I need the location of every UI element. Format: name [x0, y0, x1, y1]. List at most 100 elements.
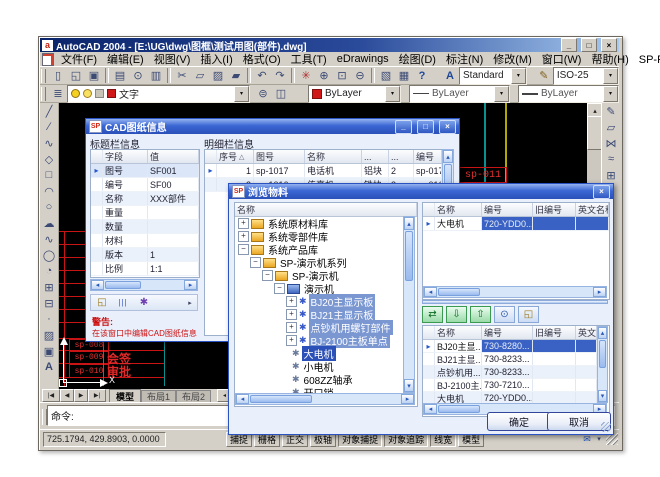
- scroll-thumb[interactable]: [438, 288, 480, 296]
- construction-line-button[interactable]: ∕: [40, 119, 58, 135]
- scroll-up-button[interactable]: ▴: [598, 327, 607, 339]
- column-header-code[interactable]: 编号: [482, 326, 533, 339]
- toolbar-grip[interactable]: [41, 87, 46, 101]
- table-row[interactable]: 点钞机用... 730-8233...: [423, 366, 597, 379]
- column-header-material[interactable]: ...: [362, 150, 389, 163]
- tab-model[interactable]: 模型: [109, 389, 141, 402]
- match-properties-button[interactable]: ▰: [227, 68, 245, 84]
- collapse-icon[interactable]: −: [262, 270, 273, 281]
- search-button[interactable]: ⊙: [494, 306, 515, 323]
- spline-button[interactable]: ∿: [40, 231, 58, 247]
- text-style-combo[interactable]: Standard ▾: [459, 67, 527, 85]
- copy-button[interactable]: ▱: [191, 68, 209, 84]
- collapse-icon[interactable]: −: [238, 244, 249, 255]
- help-button[interactable]: ?: [413, 68, 431, 84]
- insert-block-button[interactable]: ⊞: [40, 279, 58, 295]
- save-button[interactable]: ▣: [85, 68, 103, 84]
- layer-manager-button[interactable]: ≣: [49, 86, 67, 102]
- column-header-engname[interactable]: 英文名称: [576, 326, 597, 339]
- line-button[interactable]: ╱: [40, 103, 58, 119]
- value-cell[interactable]: 1:1: [148, 262, 199, 275]
- scroll-down-button[interactable]: ▾: [404, 379, 414, 392]
- chevron-down-icon[interactable]: ▾: [234, 86, 249, 102]
- scroll-left-button[interactable]: ◂: [91, 280, 104, 290]
- value-cell[interactable]: SF00: [148, 178, 199, 191]
- column-header-value[interactable]: 值: [148, 150, 199, 163]
- tree-vscrollbar[interactable]: ▴ ▾: [403, 216, 415, 393]
- table-row[interactable]: 名称 XXX部件: [91, 192, 199, 206]
- mirror-button[interactable]: ⋈: [602, 135, 620, 151]
- pan-button[interactable]: ✳: [297, 68, 315, 84]
- chevron-down-icon[interactable]: ▾: [511, 68, 526, 84]
- polyline-button[interactable]: ∿: [40, 135, 58, 151]
- polygon-button[interactable]: ◇: [40, 151, 58, 167]
- lineweight-combo[interactable]: ByLayer ▾: [518, 85, 619, 103]
- column-header-code[interactable]: 编号: [482, 203, 533, 216]
- properties-button[interactable]: ▦: [395, 68, 413, 84]
- chevron-down-icon[interactable]: ▾: [603, 86, 618, 102]
- table-row[interactable]: ▸ 大电机 720-YDD0...: [423, 217, 609, 231]
- menu-edrawings[interactable]: eDrawings: [332, 52, 394, 66]
- column-header-code[interactable]: 编号: [414, 150, 442, 163]
- table-row[interactable]: 版本 1: [91, 248, 199, 262]
- coordinates-readout[interactable]: 725.1794, 429.8903, 0.0000: [43, 432, 166, 447]
- selected-grid-hscrollbar[interactable]: ◂ ▸: [423, 286, 607, 298]
- table-row[interactable]: ▸ 图号 SF001: [91, 164, 199, 178]
- zoom-window-button[interactable]: ⊡: [333, 68, 351, 84]
- column-header-name[interactable]: 名称: [305, 150, 362, 163]
- ellipse-arc-button[interactable]: ◔: [40, 263, 58, 279]
- copy-object-button[interactable]: ▱: [602, 119, 620, 135]
- list-vscrollbar[interactable]: ▴ ▾: [597, 326, 608, 403]
- expand-icon[interactable]: +: [286, 322, 297, 333]
- redo-button[interactable]: ↷: [271, 68, 289, 84]
- zoom-previous-button[interactable]: ⊖: [351, 68, 369, 84]
- scroll-down-button[interactable]: ▾: [598, 390, 607, 402]
- toolbar-grip[interactable]: [41, 69, 46, 83]
- layer-combo[interactable]: 文字 ▾: [67, 85, 250, 103]
- column-header-qty[interactable]: ...: [389, 150, 414, 163]
- tree-column-name[interactable]: 名称: [235, 203, 417, 216]
- collapse-icon[interactable]: −: [274, 283, 285, 294]
- table-row[interactable]: 数量: [91, 220, 199, 234]
- offset-button[interactable]: ≈: [602, 151, 620, 167]
- chevron-down-icon[interactable]: ▾: [494, 86, 509, 102]
- color-combo[interactable]: ByLayer ▾: [308, 85, 401, 103]
- scroll-thumb[interactable]: [105, 281, 141, 289]
- table-row[interactable]: 编号 SF00: [91, 178, 199, 192]
- circle-button[interactable]: ○: [40, 199, 58, 215]
- cad-info-titlebar[interactable]: SP CAD图纸信息 _ □ ×: [86, 119, 459, 134]
- value-cell[interactable]: [148, 234, 199, 247]
- scroll-right-button[interactable]: ▸: [401, 394, 414, 404]
- move-down-button[interactable]: ⇩: [446, 306, 467, 323]
- hatch-button[interactable]: ▨: [40, 327, 58, 343]
- expand-icon[interactable]: +: [286, 296, 297, 307]
- browse-titlebar[interactable]: SP 浏览物料 ×: [229, 184, 613, 199]
- design-center-button[interactable]: ▧: [377, 68, 395, 84]
- value-cell[interactable]: 1: [148, 248, 199, 261]
- scroll-thumb[interactable]: [599, 340, 606, 368]
- paste-button[interactable]: ▨: [209, 68, 227, 84]
- dim-style-combo[interactable]: ISO-25 ▾: [553, 67, 619, 85]
- array-button[interactable]: ⊞: [602, 167, 620, 183]
- collapse-icon[interactable]: −: [250, 257, 261, 268]
- scroll-thumb[interactable]: [405, 231, 413, 281]
- scroll-left-button[interactable]: ◂: [424, 287, 437, 297]
- dialog-resize-grip[interactable]: [601, 422, 611, 432]
- cut-button[interactable]: ✂: [173, 68, 191, 84]
- refresh-button[interactable]: ⇄: [422, 306, 443, 323]
- scroll-thumb[interactable]: [250, 395, 312, 403]
- table-row[interactable]: BJ21主显... 730-8233...: [423, 353, 597, 366]
- value-cell[interactable]: [148, 220, 199, 233]
- layer-states-button[interactable]: ◫: [272, 86, 290, 102]
- column-header-name[interactable]: 名称: [435, 326, 482, 339]
- open-button[interactable]: ◱: [67, 68, 85, 84]
- column-header-drawingno[interactable]: 图号: [254, 150, 305, 163]
- value-cell[interactable]: XXX部件: [148, 192, 199, 205]
- dialog-maximize-button[interactable]: □: [417, 120, 434, 134]
- dialog-minimize-button[interactable]: _: [395, 120, 412, 134]
- tab-layout2[interactable]: 布局2: [176, 390, 211, 402]
- scroll-up-button[interactable]: ▴: [404, 217, 414, 230]
- column-header-field[interactable]: 字段: [103, 150, 148, 163]
- table-row[interactable]: ▸ 1 sp-1017 电话机 铝块 2 sp-017: [205, 164, 442, 178]
- tab-last-button[interactable]: ▶|: [88, 389, 106, 402]
